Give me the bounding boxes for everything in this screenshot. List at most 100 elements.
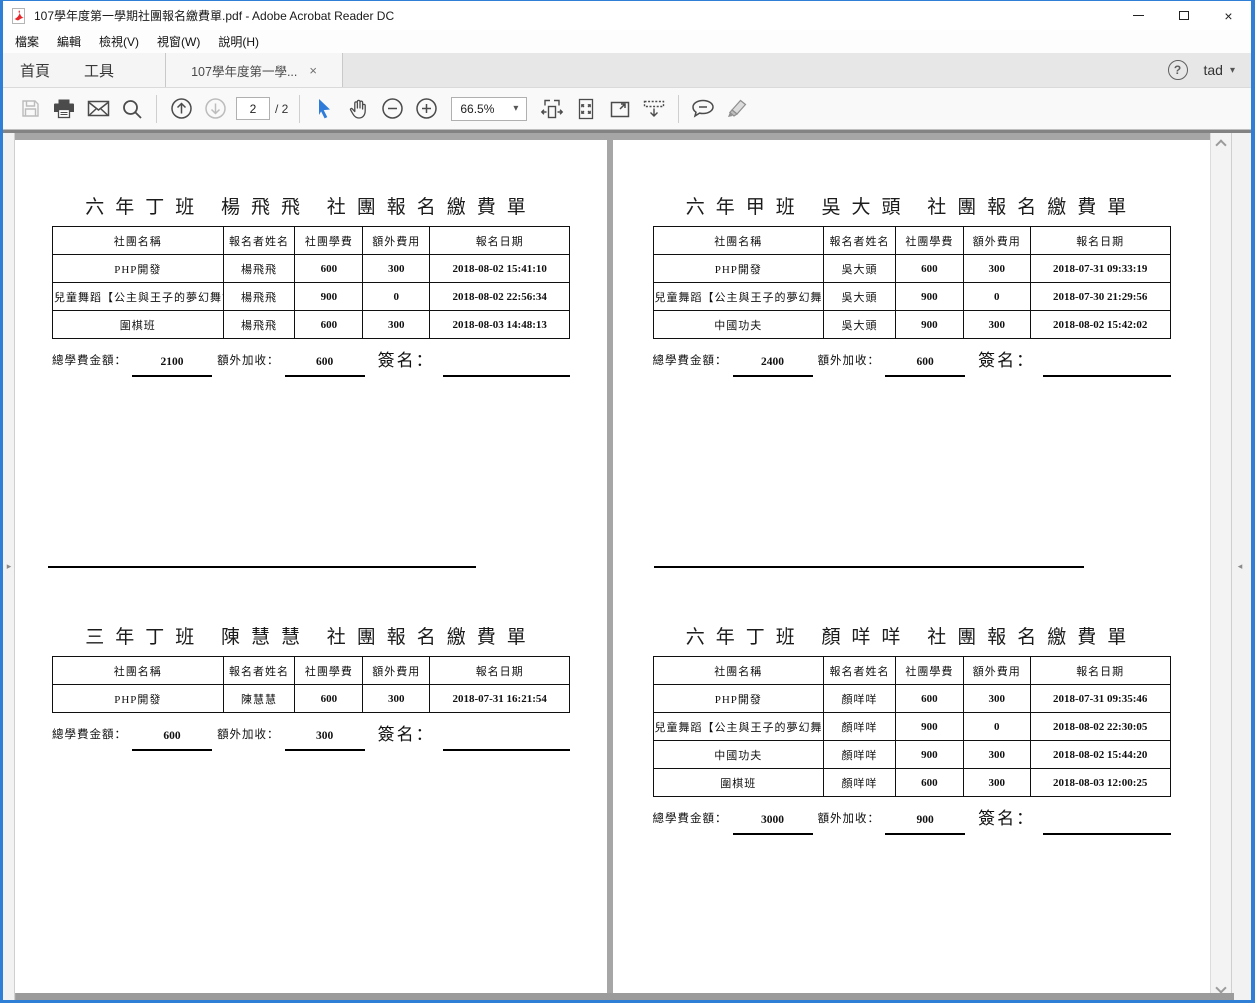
fee-table: 社團名稱報名者姓名社團學費額外費用報名日期PHP開發顏咩咩6003002018-…	[653, 656, 1171, 797]
table-row: PHP開發吳大頭6003002018-07-31 09:33:19	[653, 255, 1170, 283]
fullscreen-button[interactable]	[603, 93, 637, 125]
search-icon	[121, 98, 143, 120]
tab-bar-right: ? tad ▾	[343, 53, 1251, 87]
table-cell: 兒童舞蹈【公主與王子的夢幻舞會】	[653, 713, 824, 741]
extra-fee-value: 300	[285, 730, 365, 751]
previous-page-button[interactable]	[164, 93, 198, 125]
vertical-scrollbar[interactable]	[1210, 133, 1231, 1000]
column-header: 社團名稱	[653, 227, 824, 255]
tools-pane-toggle[interactable]: ◂	[1232, 557, 1248, 575]
help-button[interactable]: ?	[1168, 60, 1188, 80]
pdf-page-right[interactable]: 六年甲班 吳大頭 社團報名繳費單社團名稱報名者姓名社團學費額外費用報名日期PHP…	[613, 140, 1210, 993]
account-menu[interactable]: tad ▾	[1204, 62, 1236, 78]
comment-button[interactable]	[686, 93, 720, 125]
tools-pane-strip: ◂	[1231, 133, 1251, 1000]
email-button[interactable]	[81, 93, 115, 125]
table-cell: 2018-08-03 14:48:13	[430, 311, 570, 339]
highlight-button[interactable]	[720, 93, 754, 125]
column-header: 社團名稱	[53, 227, 224, 255]
select-tool-button[interactable]	[307, 93, 341, 125]
total-fee-label: 總學費金額：	[52, 352, 127, 377]
table-cell: 2018-07-31 09:35:46	[1030, 685, 1170, 713]
table-cell: 300	[963, 769, 1030, 797]
print-icon	[53, 98, 75, 119]
menu-edit[interactable]: 編輯	[48, 33, 90, 50]
table-cell: 300	[363, 685, 430, 713]
hand-tool-icon	[347, 97, 370, 120]
total-fee-label: 總學費金額：	[653, 352, 728, 377]
previous-page-icon	[170, 97, 193, 120]
fee-table: 社團名稱報名者姓名社團學費額外費用報名日期PHP開發陳慧慧6003002018-…	[52, 656, 570, 713]
table-row: PHP開發楊飛飛6003002018-08-02 15:41:10	[53, 255, 570, 283]
zoom-in-button[interactable]	[409, 93, 443, 125]
form-title: 三年丁班 陳慧慧 社團報名繳費單	[52, 622, 570, 649]
header-row: 社團名稱報名者姓名社團學費額外費用報名日期	[53, 657, 570, 685]
form-title: 六年甲班 吳大頭 社團報名繳費單	[653, 192, 1171, 219]
scroll-up-icon[interactable]	[1215, 139, 1226, 150]
column-header: 報名者姓名	[824, 227, 896, 255]
tab-close-icon[interactable]: ×	[309, 64, 317, 77]
form-slot: 三年丁班 陳慧慧 社團報名繳費單社團名稱報名者姓名社團學費額外費用報名日期PHP…	[15, 622, 607, 751]
page-number-input[interactable]	[236, 97, 270, 120]
zoom-out-button[interactable]	[375, 93, 409, 125]
next-page-button[interactable]	[198, 93, 232, 125]
menu-help[interactable]: 說明(H)	[209, 33, 268, 50]
extra-fee-label: 額外加收：	[217, 726, 280, 751]
maximize-icon	[1179, 11, 1189, 20]
title-bar: 107學年度第一學期社團報名繳費單.pdf - Adobe Acrobat Re…	[3, 1, 1251, 30]
minimize-button[interactable]	[1116, 1, 1161, 30]
menu-view[interactable]: 檢視(V)	[90, 33, 148, 50]
email-icon	[87, 99, 110, 118]
pdf-page-left[interactable]: 六年丁班 楊飛飛 社團報名繳費單社團名稱報名者姓名社團學費額外費用報名日期PHP…	[15, 140, 607, 993]
header-row: 社團名稱報名者姓名社團學費額外費用報名日期	[653, 657, 1170, 685]
menu-window[interactable]: 視窗(W)	[148, 33, 209, 50]
print-button[interactable]	[47, 93, 81, 125]
acrobat-window: 107學年度第一學期社團報名繳費單.pdf - Adobe Acrobat Re…	[0, 0, 1255, 1003]
table-cell: 300	[963, 255, 1030, 283]
column-header: 報名者姓名	[223, 227, 295, 255]
column-header: 報名日期	[430, 657, 570, 685]
signature-label: 簽名：	[978, 346, 1035, 377]
total-fee-label: 總學費金額：	[52, 726, 127, 751]
zoom-level-dropdown[interactable]: 66.5% ▾	[451, 97, 527, 121]
form-footer: 總學費金額：2100額外加收：600簽名：	[52, 346, 570, 377]
header-row: 社團名稱報名者姓名社團學費額外費用報名日期	[53, 227, 570, 255]
form-footer: 總學費金額：600額外加收：300簽名：	[52, 720, 570, 751]
table-cell: PHP開發	[53, 255, 224, 283]
form-footer: 總學費金額：3000額外加收：900簽名：	[653, 804, 1171, 835]
horizontal-scrollbar-thumb[interactable]	[16, 993, 1234, 1000]
navigation-pane-toggle[interactable]: ▸	[3, 557, 15, 575]
scroll-down-icon[interactable]	[1215, 982, 1226, 993]
table-cell: 顏咩咩	[824, 741, 896, 769]
toolbar-collapse-button[interactable]	[637, 93, 671, 125]
menu-file[interactable]: 檔案	[6, 33, 48, 50]
form-slot: 六年丁班 顏咩咩 社團報名繳費單社團名稱報名者姓名社團學費額外費用報名日期PHP…	[613, 622, 1210, 835]
table-row: 兒童舞蹈【公主與王子的夢幻舞會】吳大頭90002018-07-30 21:29:…	[653, 283, 1170, 311]
fit-page-button[interactable]	[569, 93, 603, 125]
tab-tools[interactable]: 工具	[67, 53, 131, 87]
toolbar-collapse-icon	[642, 98, 666, 120]
form-title: 六年丁班 楊飛飛 社團報名繳費單	[52, 192, 570, 219]
table-cell: 600	[295, 255, 363, 283]
table-row: 圍棋班顏咩咩6003002018-08-03 12:00:25	[653, 769, 1170, 797]
window-title: 107學年度第一學期社團報名繳費單.pdf - Adobe Acrobat Re…	[34, 7, 1116, 24]
table-cell: 兒童舞蹈【公主與王子的夢幻舞會】	[53, 283, 224, 311]
close-button[interactable]: ×	[1206, 1, 1251, 30]
table-cell: 顏咩咩	[824, 713, 896, 741]
toolbar: / 2 66.5% ▾	[3, 88, 1251, 130]
table-cell: 2018-08-02 22:30:05	[1030, 713, 1170, 741]
fit-width-button[interactable]	[535, 93, 569, 125]
column-header: 額外費用	[363, 227, 430, 255]
save-button[interactable]	[13, 93, 47, 125]
fit-page-icon	[575, 98, 597, 120]
zoom-level-value: 66.5%	[460, 102, 494, 116]
tab-home[interactable]: 首頁	[3, 53, 67, 87]
search-button[interactable]	[115, 93, 149, 125]
help-icon: ?	[1174, 63, 1181, 77]
page-total-label: / 2	[275, 102, 288, 116]
maximize-button[interactable]	[1161, 1, 1206, 30]
tab-document[interactable]: 107學年度第一學... ×	[165, 53, 343, 87]
payment-form: 六年甲班 吳大頭 社團報名繳費單社團名稱報名者姓名社團學費額外費用報名日期PHP…	[653, 192, 1171, 377]
horizontal-scrollbar[interactable]	[16, 993, 1234, 1000]
hand-tool-button[interactable]	[341, 93, 375, 125]
